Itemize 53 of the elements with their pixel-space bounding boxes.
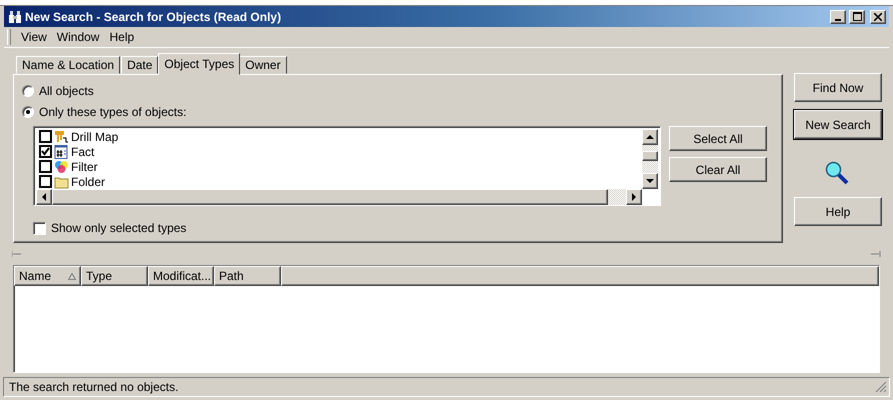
scroll-left-button[interactable] xyxy=(36,189,52,205)
close-button[interactable] xyxy=(870,10,886,24)
tab[interactable]: Date xyxy=(121,56,158,74)
radio-button[interactable] xyxy=(22,106,34,118)
checkbox[interactable] xyxy=(39,160,52,173)
splitter-handle-icon xyxy=(12,251,22,257)
filter-icon xyxy=(54,160,69,174)
list-item-label: Filter xyxy=(71,160,98,174)
scroll-up-button[interactable] xyxy=(642,129,658,145)
scroll-right-button[interactable] xyxy=(626,189,642,205)
list-item-label: Fact xyxy=(71,144,94,158)
splitter-handle-icon xyxy=(871,251,881,257)
scroll-down-button[interactable] xyxy=(642,173,658,189)
list-item-label: Folder xyxy=(71,174,106,188)
drill-map-icon xyxy=(54,130,69,144)
radio-label: Only these types of objects: xyxy=(39,104,186,118)
checkbox-label: Show only selected types xyxy=(51,221,186,235)
maximize-icon xyxy=(852,12,862,21)
resize-grip-icon xyxy=(875,381,887,393)
magnifier-icon xyxy=(825,161,851,187)
help-button[interactable]: Help xyxy=(794,197,882,226)
action-button[interactable]: New Search xyxy=(794,110,882,139)
status-text: The search returned no objects. xyxy=(9,380,178,394)
column-header[interactable]: Name xyxy=(14,266,81,286)
minimize-button[interactable] xyxy=(830,10,846,24)
menu-item[interactable]: View xyxy=(17,29,51,45)
tab[interactable]: Object Types xyxy=(158,53,240,75)
binoculars-icon xyxy=(8,10,22,24)
column-header[interactable]: Path xyxy=(214,266,281,286)
sort-icon xyxy=(68,272,76,280)
tab[interactable]: Name & Location xyxy=(16,56,120,74)
checkbox[interactable] xyxy=(33,222,46,234)
tab[interactable]: Owner xyxy=(239,56,287,74)
window-title: New Search - Search for Objects (Read Only) xyxy=(25,10,282,24)
column-header[interactable]: Type xyxy=(81,266,148,286)
vertical-scrollbar[interactable] xyxy=(642,129,658,189)
list-action-button[interactable]: Clear All xyxy=(669,157,767,182)
action-button[interactable]: Find Now xyxy=(794,73,882,102)
minimize-icon xyxy=(835,18,841,20)
column-header[interactable]: Modificat... xyxy=(148,266,214,286)
fact-icon xyxy=(54,144,69,158)
checkbox[interactable] xyxy=(39,130,52,143)
scroll-thumb[interactable] xyxy=(642,151,658,161)
close-icon xyxy=(874,12,882,20)
maximize-button[interactable] xyxy=(849,10,865,24)
list-action-button[interactable]: Select All xyxy=(669,126,767,151)
radio-label: All objects xyxy=(39,84,94,98)
list-item-label: Drill Map xyxy=(71,130,118,144)
checkbox[interactable] xyxy=(39,175,52,188)
checkbox[interactable] xyxy=(39,145,52,158)
menu-item[interactable]: Help xyxy=(105,29,138,45)
radio-button[interactable] xyxy=(22,84,34,96)
menu-item[interactable]: Window xyxy=(52,29,104,45)
